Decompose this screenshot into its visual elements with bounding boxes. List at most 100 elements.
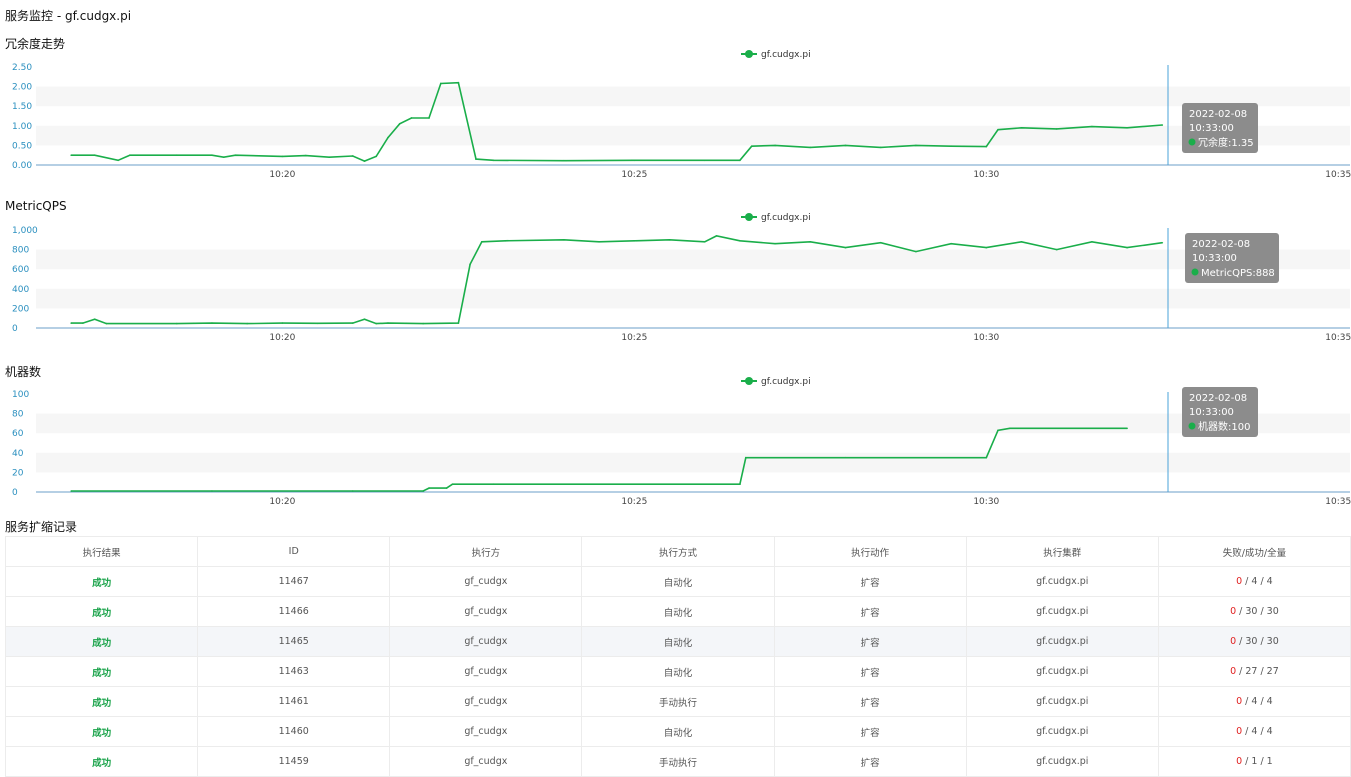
x-tick-label: 10:25 [621,497,647,507]
data-point [915,250,917,253]
column-header: 执行方式 [581,536,775,567]
table-row[interactable]: 成功 11465 gf_cudgx 自动化 扩容 gf.cudgx.pi 0 / 30 / … [4,626,1351,657]
data-point [809,240,812,243]
table-row[interactable]: 成功 11461 gf_cudgx 手动执行 扩容 gf.cudgx.pi 0 / 4 / … [4,686,1351,717]
data-point [281,155,284,158]
action-cell: 扩容 [773,716,967,747]
cluster-cell: gf.cudgx.pi [965,566,1159,597]
tooltip-time: 10:33:00 [1192,253,1237,264]
x-tick-label: 10:35 [1325,333,1351,343]
data-point [809,146,812,149]
data-point [175,154,178,156]
data-point [93,318,96,320]
legend[interactable]: gf.cudgx.pi [741,213,811,223]
data-point [305,154,307,157]
data-point [703,240,706,243]
result-cell: 成功 [4,626,199,657]
data-point [351,155,354,157]
action-cell: 扩容 [773,746,967,777]
executor-cell: gf_cudgx [389,626,583,657]
y-tick-label: 80 [12,410,24,420]
data-point [475,158,477,160]
table-row[interactable]: 成功 11460 gf_cudgx 自动化 扩容 gf.cudgx.pi 0 / 4 / 4 [4,716,1351,747]
data-point [375,322,378,325]
action-cell: 扩容 [773,566,967,597]
data-point [246,322,248,325]
table-row[interactable]: 成功 11467 gf_cudgx 自动化 扩容 gf.cudgx.pi 0 / 4 / 4 [4,566,1351,597]
data-point [211,490,213,492]
id-cell: 11466 [197,596,391,627]
data-point [387,136,389,139]
y-tick-label: 40 [12,449,24,459]
redundancy-chart-svg[interactable]: gf.cudgx.pi 0.00 0.50 1.00 1.50 2.00 2.50 10:20… [0,45,1351,190]
mode-cell: 自动化 [581,566,775,597]
x-tick-label: 10:30 [973,497,999,507]
data-point [1055,128,1058,130]
data-point [70,154,72,156]
data-point [422,322,424,325]
machines-chart[interactable]: gf.cudgx.pi 0 20 40 60 80 100 10:20 10:25 10:30 10… [0,372,1351,517]
qps-chart-svg[interactable]: gf.cudgx.pi 0 200 400 600 800 1,000 10:20 10:25 1… [0,208,1351,353]
executor-cell: gf_cudgx [389,746,583,777]
tooltip-value: MetricQPS:888 [1201,268,1275,279]
data-point [504,239,507,242]
column-header: 执行动作 [773,536,967,567]
y-tick-label: 60 [12,429,24,439]
y-tick-label: 200 [12,304,29,314]
action-cell: 扩容 [773,686,967,717]
grid-band [36,452,1350,473]
mode-cell: 自动化 [581,596,775,627]
table-row[interactable]: 成功 11463 gf_cudgx 自动化 扩容 gf.cudgx.pi 0 / 27 / … [4,656,1351,687]
legend-label: gf.cudgx.pi [761,213,811,223]
data-point [422,490,424,492]
data-point [105,322,108,325]
data-point [439,82,442,85]
data-point [915,144,917,147]
y-tick-label: 2.00 [12,83,32,93]
success-total-count: / 4 / 4 [1242,726,1273,737]
id-cell: 11467 [197,566,391,597]
counts-cell: 0 / 4 / 4 [1157,566,1351,597]
machines-chart-svg[interactable]: gf.cudgx.pi 0 20 40 60 80 100 10:20 10:25 10:30 10… [0,372,1351,517]
legend[interactable]: gf.cudgx.pi [741,50,811,60]
data-point [1126,126,1128,129]
result-cell: 成功 [4,746,199,777]
executor-cell: gf_cudgx [389,686,583,717]
x-tick-label: 10:35 [1325,497,1351,507]
data-point [1161,124,1164,126]
y-tick-label: 20 [12,468,24,478]
legend-marker [745,377,753,385]
data-point [1008,427,1011,430]
data-point [844,246,847,249]
table-row[interactable]: 成功 11459 gf_cudgx 手动执行 扩容 gf.cudgx.pi 0 / 1 / … [4,746,1351,777]
legend-marker [745,50,753,58]
legend[interactable]: gf.cudgx.pi [741,377,811,387]
data-point [1161,241,1164,244]
column-header: 失败/成功/全量 [1157,536,1351,567]
mode-cell: 自动化 [581,716,775,747]
qps-chart[interactable]: gf.cudgx.pi 0 200 400 600 800 1,000 10:20 10:25 1… [0,208,1351,353]
x-tick-label: 10:20 [269,170,295,180]
data-point [774,144,776,147]
data-point [211,322,213,324]
table-row[interactable]: 成功 11466 gf_cudgx 自动化 扩容 gf.cudgx.pi 0 / 30 / … [4,596,1351,627]
redundancy-chart[interactable]: gf.cudgx.pi 0.00 0.50 1.00 1.50 2.00 2.50 10:20… [0,45,1351,190]
executor-cell: gf_cudgx [389,716,583,747]
tooltip-time: 10:33:00 [1189,123,1234,134]
id-cell: 11461 [197,686,391,717]
grid-band [36,413,1350,434]
data-point [1126,246,1128,249]
result-cell: 成功 [4,566,199,597]
tooltip-marker [1191,268,1199,276]
data-point [739,483,741,485]
cluster-cell: gf.cudgx.pi [965,686,1159,717]
grid-band [36,125,1350,146]
data-point [985,246,988,249]
column-header: 执行集群 [965,536,1159,567]
tooltip-date: 2022-02-08 [1189,109,1247,120]
x-tick-label: 10:20 [269,497,295,507]
cluster-cell: gf.cudgx.pi [965,656,1159,687]
mode-cell: 手动执行 [581,686,775,717]
legend-marker [745,213,753,221]
grid-band [36,288,1350,309]
